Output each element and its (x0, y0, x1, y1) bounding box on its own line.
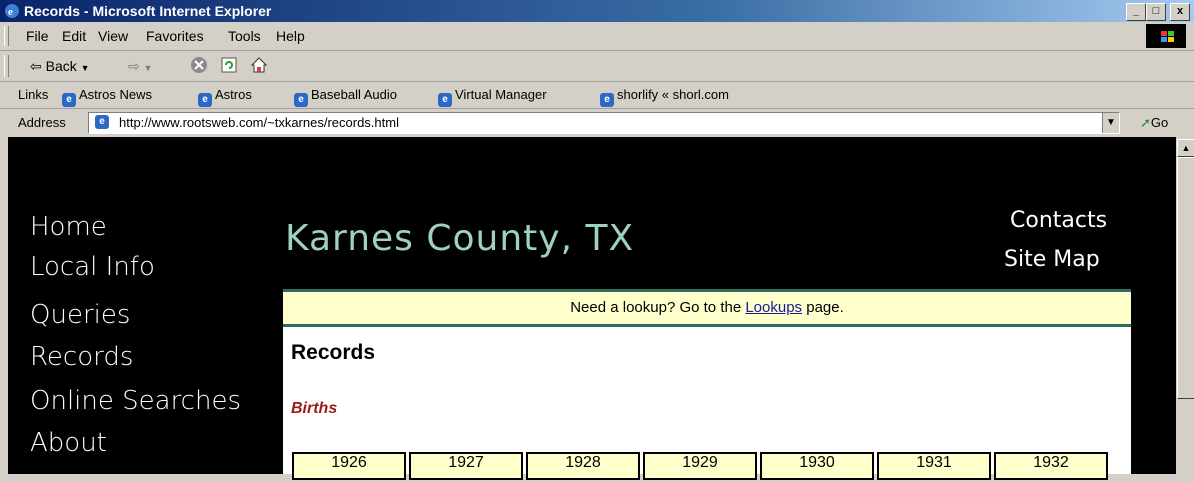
address-input[interactable]: e http://www.rootsweb.com/~txkarnes/reco… (88, 112, 1120, 134)
menu-tools[interactable]: Tools (228, 28, 261, 44)
go-button[interactable]: ➚Go (1140, 115, 1168, 131)
link-astros[interactable]: e Astros (198, 87, 252, 107)
close-button[interactable]: x (1170, 3, 1190, 21)
standard-toolbar: ⇦ Back ▼ ⇨ ▼ (0, 51, 1194, 82)
year-cell[interactable]: 1932 (994, 452, 1108, 480)
year-cell[interactable]: 1929 (643, 452, 757, 480)
home-button[interactable] (250, 56, 268, 77)
link-label: Astros News (79, 87, 152, 102)
page-background (8, 137, 1176, 197)
frame-border (0, 137, 8, 474)
address-label: Address (18, 115, 66, 130)
back-arrow-icon: ⇦ (30, 58, 42, 74)
address-url: http://www.rootsweb.com/~txkarnes/record… (119, 115, 399, 130)
nav-local-info[interactable]: Local Info (30, 252, 155, 282)
stop-icon (191, 57, 207, 73)
link-label: Baseball Audio (311, 87, 398, 102)
home-icon (250, 57, 268, 73)
ie-page-icon: e (438, 93, 452, 107)
menu-view[interactable]: View (98, 28, 128, 44)
scroll-up-button[interactable]: ▲ (1177, 139, 1194, 157)
windows-logo-icon (1146, 24, 1186, 48)
menu-edit[interactable]: Edit (62, 28, 86, 44)
lookup-banner: Need a lookup? Go to the Lookups page. (283, 289, 1131, 327)
links-label: Links (18, 87, 49, 102)
svg-text:e: e (8, 6, 13, 18)
year-cell[interactable]: 1926 (292, 452, 406, 480)
links-bar: Links e Astros News e Astros e Baseball Aud… (0, 82, 1194, 109)
menu-favorites[interactable]: Favorites (146, 28, 204, 44)
ie-page-icon: e (600, 93, 614, 107)
contacts-link[interactable]: Contacts (1010, 208, 1107, 233)
year-table: 1926 1927 1928 1929 1930 1931 1932 (292, 452, 1111, 482)
ie-page-icon: e (294, 93, 308, 107)
ie-page-icon: e (62, 93, 76, 107)
ie-page-icon: e (95, 115, 109, 129)
year-cell[interactable]: 1931 (877, 452, 991, 480)
lookup-text-end: page. (802, 299, 844, 316)
toolbar-grip (4, 55, 9, 77)
link-astros-news[interactable]: e Astros News (62, 87, 152, 107)
content-panel: Need a lookup? Go to the Lookups page. R… (283, 289, 1131, 480)
nav-home[interactable]: Home (30, 212, 107, 242)
minimize-button[interactable]: _ (1126, 3, 1146, 21)
nav-records[interactable]: Records (30, 342, 133, 372)
year-cell[interactable]: 1927 (409, 452, 523, 480)
scroll-thumb[interactable] (1177, 157, 1194, 399)
lookups-link[interactable]: Lookups (745, 299, 802, 316)
dropdown-arrow-icon: ▼ (80, 63, 90, 73)
link-label: Astros (215, 87, 252, 102)
section-heading-births: Births (291, 400, 338, 417)
back-button[interactable]: ⇦ Back ▼ (30, 58, 90, 75)
page-heading: Records (291, 341, 376, 364)
ie-icon: e (5, 4, 19, 18)
forward-button[interactable]: ⇨ ▼ (128, 58, 153, 75)
menu-help[interactable]: Help (276, 28, 305, 44)
nav-queries[interactable]: Queries (30, 300, 130, 330)
menu-bar: File Edit View Favorites Tools Help (0, 22, 1194, 51)
year-cell[interactable]: 1928 (526, 452, 640, 480)
site-title: Karnes County, TX (285, 218, 635, 259)
refresh-icon (221, 57, 237, 73)
link-label: Virtual Manager (455, 87, 547, 102)
back-label: Back (45, 58, 77, 74)
year-cell[interactable]: 1930 (760, 452, 874, 480)
nav-online-searches[interactable]: Online Searches (30, 386, 241, 416)
nav-about[interactable]: About (30, 428, 107, 458)
link-virtual-manager[interactable]: e Virtual Manager (438, 87, 547, 107)
toolbar-grip (4, 26, 9, 46)
dropdown-arrow-icon: ▼ (143, 63, 153, 73)
lookup-text: Need a lookup? Go to the (570, 299, 746, 316)
link-baseball-audio[interactable]: e Baseball Audio (294, 87, 397, 107)
stop-button[interactable] (190, 56, 208, 77)
link-shorlify[interactable]: e shorlify « shorl.com (600, 87, 729, 107)
window-title: Records - Microsoft Internet Explorer (24, 3, 272, 19)
ie-page-icon: e (198, 93, 212, 107)
vertical-scrollbar[interactable]: ▲ (1176, 137, 1194, 474)
refresh-button[interactable] (220, 56, 238, 77)
go-arrow-icon: ➚ (1140, 115, 1151, 130)
maximize-button[interactable]: □ (1146, 3, 1166, 21)
title-bar: e Records - Microsoft Internet Explorer … (0, 0, 1194, 22)
forward-arrow-icon: ⇨ (128, 58, 140, 74)
go-label: Go (1150, 115, 1169, 130)
link-label: shorlify « shorl.com (617, 87, 729, 102)
address-bar: Address e http://www.rootsweb.com/~txkar… (0, 109, 1194, 138)
menu-file[interactable]: File (26, 28, 49, 44)
site-map-link[interactable]: Site Map (1004, 247, 1100, 272)
address-dropdown-button[interactable]: ▼ (1102, 113, 1119, 133)
